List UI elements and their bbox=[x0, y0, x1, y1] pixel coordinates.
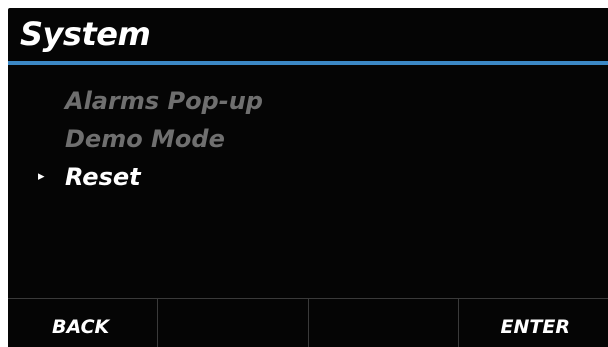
menu-item-label: Demo Mode bbox=[65, 125, 225, 153]
selection-cursor-icon: ▸ bbox=[38, 169, 45, 184]
menu-item-reset[interactable]: ▸ Reset bbox=[8, 158, 608, 196]
header-bar: System bbox=[8, 8, 608, 65]
header-divider bbox=[8, 61, 608, 65]
softkey-label: BACK bbox=[52, 316, 110, 338]
softkey-label: ENTER bbox=[500, 316, 570, 338]
settings-menu: Alarms Pop-up Demo Mode ▸ Reset bbox=[8, 82, 608, 196]
menu-item-demo-mode[interactable]: Demo Mode bbox=[8, 120, 608, 158]
softkey-bar: BACK ENTER bbox=[8, 298, 608, 347]
softkey-3[interactable] bbox=[309, 299, 459, 347]
menu-item-label: Reset bbox=[65, 163, 141, 191]
back-button[interactable]: BACK bbox=[8, 299, 159, 347]
menu-item-label: Alarms Pop-up bbox=[65, 87, 263, 115]
device-screen: System Alarms Pop-up Demo Mode ▸ Reset B… bbox=[8, 8, 608, 347]
softkey-2[interactable] bbox=[158, 299, 309, 347]
menu-item-alarms-popup[interactable]: Alarms Pop-up bbox=[8, 82, 608, 120]
enter-button[interactable]: ENTER bbox=[459, 299, 608, 347]
page-title: System bbox=[20, 15, 151, 53]
